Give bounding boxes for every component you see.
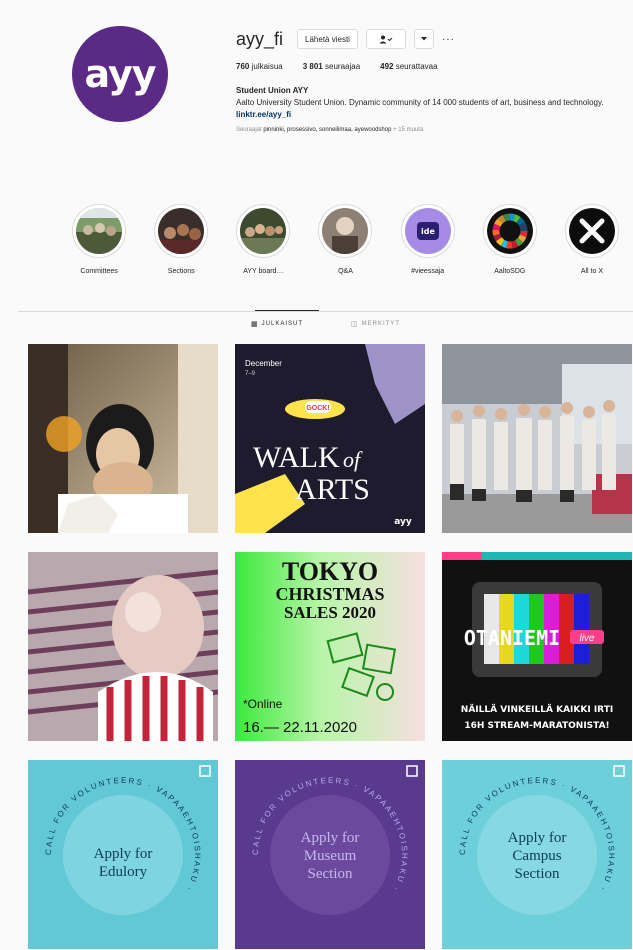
- highlight-thumb: [322, 208, 369, 254]
- stat-posts: 760 julkaisua: [236, 62, 283, 71]
- suggested-dropdown-button[interactable]: [413, 29, 434, 49]
- profile-page: ayy ayy_fi Lähetä viesti ··· 760 julkais…: [18, 0, 633, 950]
- full-name: Student Union AYY: [236, 86, 309, 95]
- follow-button[interactable]: [365, 29, 406, 49]
- highlight-thumb: [240, 208, 287, 254]
- svg-text:ayy: ayy: [394, 517, 412, 527]
- highlight-all-to-x[interactable]: All to X: [551, 204, 633, 275]
- bio-link[interactable]: linktr.ee/ayy_fi: [236, 109, 631, 121]
- svg-text:of: of: [343, 447, 363, 472]
- tab-tagged[interactable]: ◫ MERKITYT: [351, 320, 400, 328]
- svg-text:Museum: Museum: [304, 848, 357, 864]
- post-7[interactable]: CALL FOR VOLUNTEERS · VAPAAEHTOISHAKU · …: [28, 760, 218, 949]
- profile-info: ayy_fi Lähetä viesti ··· 760 julkaisua 3…: [236, 24, 631, 134]
- highlight-sections[interactable]: Sections: [140, 204, 222, 275]
- svg-text:ARTS: ARTS: [295, 473, 370, 506]
- message-button[interactable]: Lähetä viesti: [297, 29, 358, 49]
- post-6[interactable]: OTANIEMI live NÄILLÄ VINKEILLÄ KAIKKI IR…: [442, 552, 632, 741]
- title-row: ayy_fi Lähetä viesti ···: [236, 24, 631, 54]
- person-check-icon: [379, 35, 393, 43]
- post-1[interactable]: [28, 344, 218, 533]
- svg-text:WALK: WALK: [253, 441, 340, 474]
- svg-text:Apply for: Apply for: [508, 830, 567, 846]
- post-image: CALL FOR VOLUNTEERS · VAPAAEHTOISHAKU · …: [28, 760, 218, 949]
- story-highlights: Committees Sections AYY board… Q&A ide #…: [58, 204, 633, 275]
- highlight-vieessaja[interactable]: ide #vieessaja: [387, 204, 469, 275]
- post-image: CALL FOR VOLUNTEERS · VAPAAEHTOISHAKU · …: [235, 760, 425, 949]
- svg-text:*Online: *Online: [243, 697, 283, 711]
- svg-text:Apply for: Apply for: [301, 830, 360, 846]
- post-8[interactable]: CALL FOR VOLUNTEERS · VAPAAEHTOISHAKU · …: [235, 760, 425, 949]
- highlight-thumb: [76, 208, 123, 254]
- svg-text:7–9: 7–9: [245, 371, 256, 377]
- post-image: [28, 344, 218, 533]
- tabs-divider: [18, 311, 633, 312]
- post-image: TOKYO CHRISTMAS SALES 2020 *Online 16.— …: [235, 552, 425, 741]
- post-image: [442, 344, 632, 533]
- chevron-down-icon: [420, 37, 427, 41]
- highlight-ayy-board[interactable]: AYY board…: [222, 204, 304, 275]
- highlight-qa[interactable]: Q&A: [304, 204, 386, 275]
- post-3[interactable]: [442, 344, 632, 533]
- post-9[interactable]: CALL FOR VOLUNTEERS · VAPAAEHTOISHAKU · …: [442, 760, 632, 949]
- highlight-aaltosdg[interactable]: AaltoSDG: [469, 204, 551, 275]
- svg-text:CHRISTMAS: CHRISTMAS: [275, 584, 384, 604]
- svg-text:Edulory: Edulory: [99, 864, 148, 880]
- active-tab-indicator: [255, 310, 319, 311]
- svg-text:16H STREAM-MARATONISTA!: 16H STREAM-MARATONISTA!: [464, 721, 609, 731]
- svg-text:Apply for: Apply for: [94, 846, 153, 862]
- post-image: OTANIEMI live NÄILLÄ VINKEILLÄ KAIKKI IR…: [442, 552, 632, 741]
- avatar-logo-text: ayy: [84, 52, 156, 96]
- post-4[interactable]: [28, 552, 218, 741]
- highlight-thumb: [568, 208, 615, 254]
- svg-text:ide: ide: [421, 227, 435, 236]
- svg-text:Section: Section: [515, 866, 560, 882]
- svg-text:16.— 22.11.2020: 16.— 22.11.2020: [243, 719, 357, 736]
- profile-tabs: ▦ JULKAISUT ◫ MERKITYT: [18, 320, 633, 328]
- post-5[interactable]: TOKYO CHRISTMAS SALES 2020 *Online 16.— …: [235, 552, 425, 741]
- bio-text: Aalto University Student Union. Dynamic …: [236, 98, 604, 107]
- grid-icon: ▦: [251, 321, 259, 328]
- highlight-committees[interactable]: Committees: [58, 204, 140, 275]
- more-options-button[interactable]: ···: [442, 34, 455, 45]
- svg-text:live: live: [579, 633, 594, 644]
- svg-text:December: December: [245, 359, 282, 368]
- username: ayy_fi: [236, 28, 284, 49]
- svg-text:NÄILLÄ VINKEILLÄ KAIKKI IRTI: NÄILLÄ VINKEILLÄ KAIKKI IRTI: [461, 704, 613, 715]
- profile-bio: Student Union AYY Aalto University Stude…: [236, 85, 631, 121]
- svg-text:Section: Section: [308, 866, 353, 882]
- post-2[interactable]: December 7–9 GOCK! WALK of ARTS ayy: [235, 344, 425, 533]
- profile-avatar[interactable]: ayy: [72, 26, 168, 122]
- svg-text:SALES 2020: SALES 2020: [284, 603, 376, 622]
- highlight-thumb: [158, 208, 205, 254]
- stat-followers[interactable]: 3 801 seuraajaa: [303, 62, 360, 71]
- svg-text:TOKYO: TOKYO: [282, 557, 378, 586]
- followed-by[interactable]: Seuraajat pinninki, prosessivo, sonneili…: [236, 127, 631, 133]
- svg-text:Campus: Campus: [512, 848, 561, 864]
- svg-text:GOCK!: GOCK!: [306, 405, 329, 412]
- post-image: [28, 552, 218, 741]
- post-image: CALL FOR VOLUNTEERS · VAPAAEHTOISHAKU · …: [442, 760, 632, 949]
- stat-following[interactable]: 492 seurattavaa: [380, 62, 437, 71]
- svg-text:OTANIEMI: OTANIEMI: [464, 626, 560, 650]
- highlight-thumb: [486, 208, 533, 254]
- tag-icon: ◫: [351, 321, 359, 328]
- post-image: December 7–9 GOCK! WALK of ARTS ayy: [235, 344, 425, 533]
- tab-posts[interactable]: ▦ JULKAISUT: [251, 320, 303, 328]
- profile-stats: 760 julkaisua 3 801 seuraajaa 492 seurat…: [236, 62, 631, 71]
- highlight-thumb: ide: [404, 208, 451, 254]
